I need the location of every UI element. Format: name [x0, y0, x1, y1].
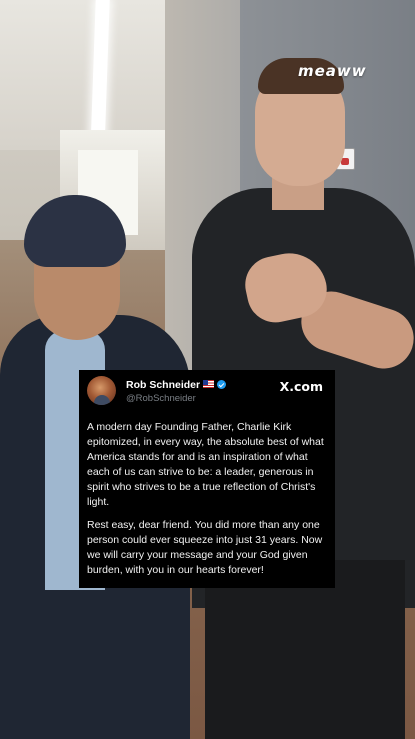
- verified-icon: [217, 380, 227, 389]
- us-flag-icon: [203, 380, 215, 388]
- author-handle[interactable]: @RobSchneider: [126, 393, 196, 404]
- author-avatar[interactable]: [87, 376, 116, 405]
- author-name-row[interactable]: Rob Schneider: [126, 379, 227, 391]
- tweet-header: Rob Schneider @RobSchneider X.com: [87, 374, 327, 412]
- author-name[interactable]: Rob Schneider: [126, 379, 200, 391]
- x-logo: X.com: [279, 379, 323, 394]
- tweet-paragraph: Rest easy, dear friend. You did more tha…: [87, 519, 323, 576]
- tweet-paragraph: A modern day Founding Father, Charlie Ki…: [87, 421, 324, 508]
- meaww-watermark-logo: meaww: [298, 62, 367, 80]
- tweet-body: A modern day Founding Father, Charlie Ki…: [87, 420, 327, 578]
- tweet-card: Rob Schneider @RobSchneider X.com A mode…: [79, 370, 335, 588]
